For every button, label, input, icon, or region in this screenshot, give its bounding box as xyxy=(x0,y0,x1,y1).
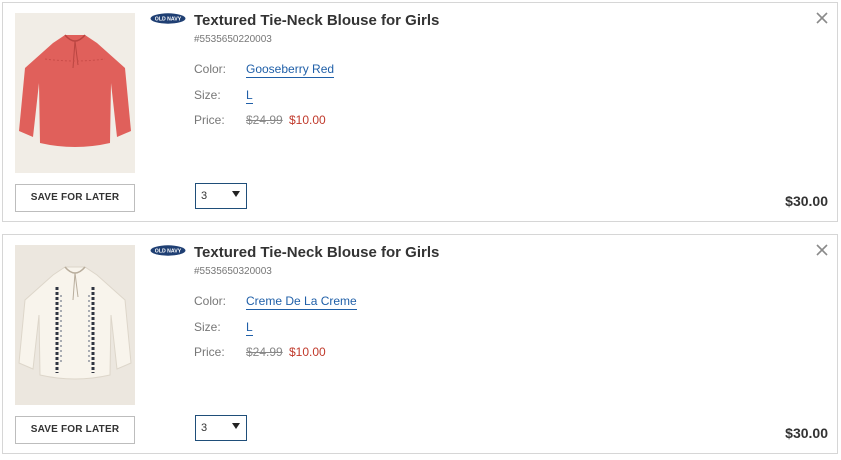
color-value-link[interactable]: Gooseberry Red xyxy=(246,62,335,78)
size-label: Size: xyxy=(194,88,221,102)
size-label: Size: xyxy=(194,320,221,334)
chevron-down-icon xyxy=(232,423,240,429)
cart-item: SAVE FOR LATER OLD NAVY Textured Tie-Nec… xyxy=(2,2,838,222)
quantity-select[interactable]: 3 xyxy=(195,183,247,209)
sale-price: $10.00 xyxy=(289,345,326,359)
save-for-later-button[interactable]: SAVE FOR LATER xyxy=(15,184,135,212)
color-label: Color: xyxy=(194,294,227,308)
chevron-down-icon xyxy=(232,191,240,197)
price-label: Price: xyxy=(194,113,225,127)
blouse-cream-image xyxy=(15,245,135,405)
price-label: Price: xyxy=(194,345,225,359)
line-total: $30.00 xyxy=(785,425,828,441)
color-label: Color: xyxy=(194,62,227,76)
quantity-select[interactable]: 3 xyxy=(195,415,247,441)
close-icon[interactable] xyxy=(815,243,829,257)
brand-logo: OLD NAVY xyxy=(150,13,186,24)
quantity-value: 3 xyxy=(201,422,208,434)
close-icon[interactable] xyxy=(815,11,829,25)
original-price: $24.99 xyxy=(246,345,283,359)
brand-logo-text: OLD NAVY xyxy=(155,17,182,23)
size-value-link[interactable]: L xyxy=(246,88,253,104)
brand-logo-text: OLD NAVY xyxy=(155,249,182,255)
size-value-link[interactable]: L xyxy=(246,320,253,336)
product-image[interactable] xyxy=(15,13,135,173)
save-for-later-button[interactable]: SAVE FOR LATER xyxy=(15,416,135,444)
product-image[interactable] xyxy=(15,245,135,405)
original-price: $24.99 xyxy=(246,113,283,127)
quantity-value: 3 xyxy=(201,190,208,202)
brand-logo: OLD NAVY xyxy=(150,245,186,256)
cart-item: SAVE FOR LATER OLD NAVY Textured Tie-Nec… xyxy=(2,234,838,454)
blouse-red-image xyxy=(15,13,135,173)
product-title[interactable]: Textured Tie-Neck Blouse for Girls xyxy=(194,12,439,29)
product-sku: #5535650320003 xyxy=(194,266,272,277)
product-sku: #5535650220003 xyxy=(194,34,272,45)
color-value-link[interactable]: Creme De La Creme xyxy=(246,294,357,310)
sale-price: $10.00 xyxy=(289,113,326,127)
product-title[interactable]: Textured Tie-Neck Blouse for Girls xyxy=(194,244,439,261)
line-total: $30.00 xyxy=(785,193,828,209)
